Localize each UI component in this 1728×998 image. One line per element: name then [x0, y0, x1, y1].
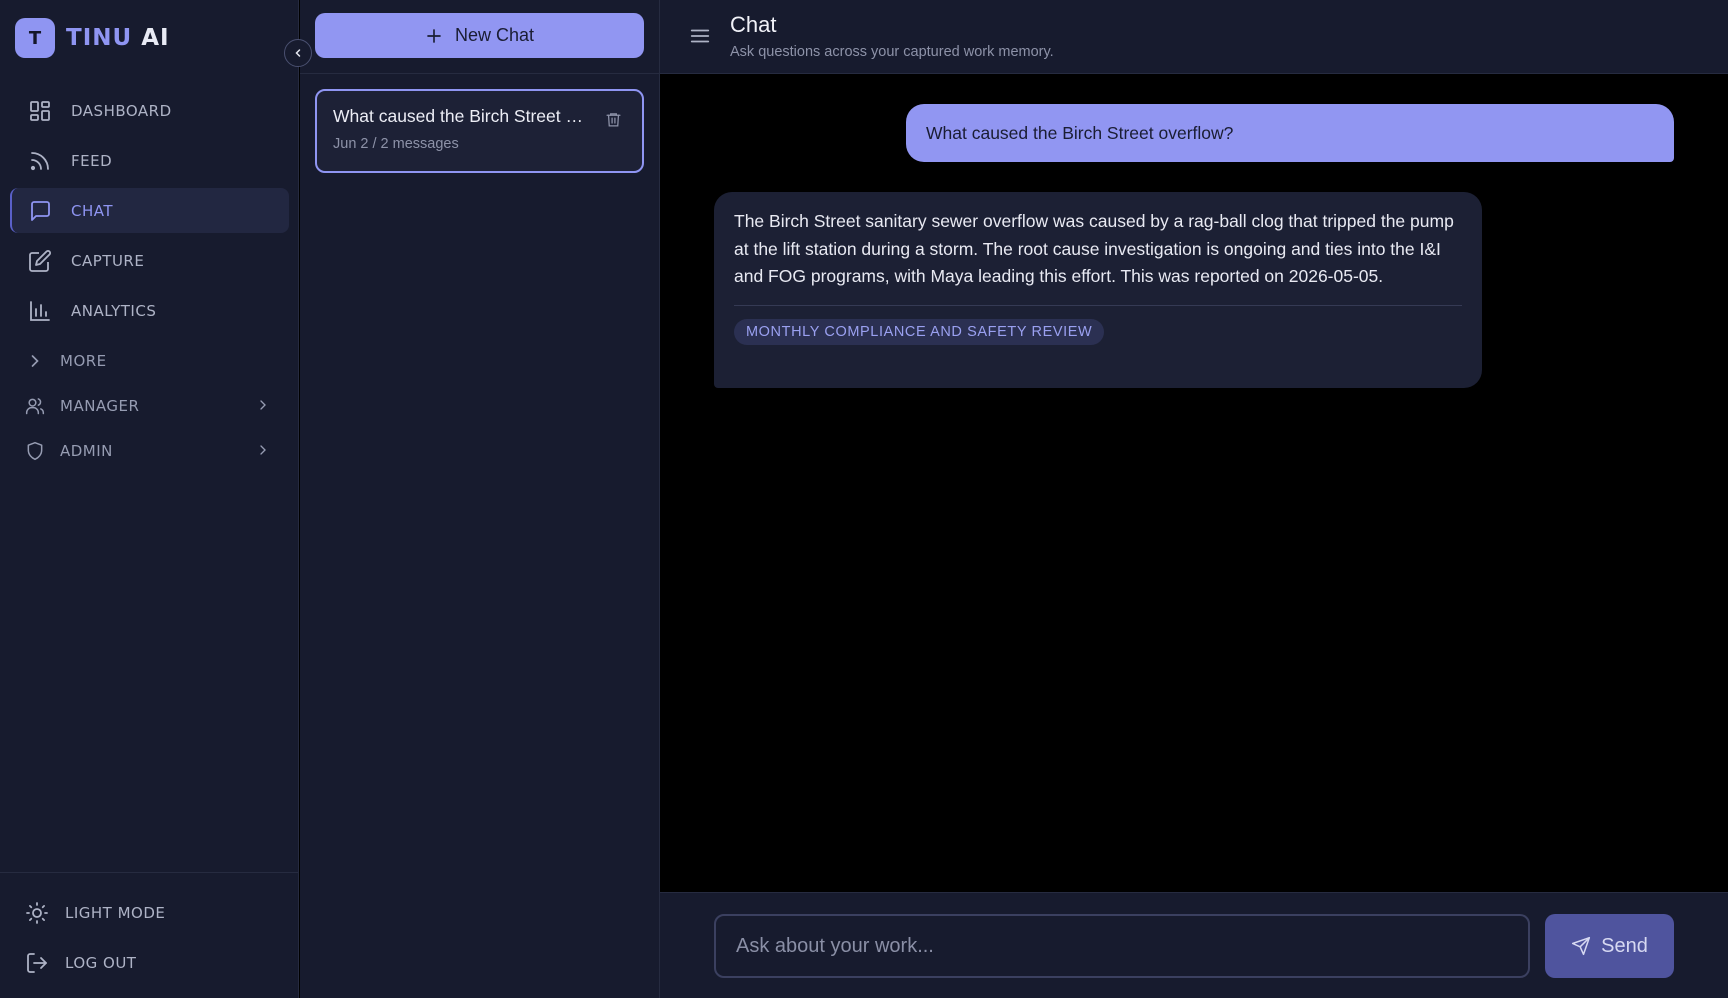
main-nav: DASHBOARD FEED CHAT CAPTURE ANALYTICS MO…	[10, 88, 289, 473]
nav-more-toggle[interactable]: MORE	[10, 338, 289, 383]
light-mode-label: LIGHT MODE	[65, 904, 166, 922]
trash-icon[interactable]	[605, 111, 622, 128]
chat-header: Chat Ask questions across your captured …	[660, 0, 1728, 74]
chevron-right-icon	[25, 351, 45, 371]
nav-admin-label: ADMIN	[60, 441, 113, 460]
page-subtitle: Ask questions across your captured work …	[730, 44, 1054, 60]
assistant-message-text: The Birch Street sanitary sewer overflow…	[734, 211, 1454, 286]
sidebar-collapse-button[interactable]	[284, 39, 312, 67]
dashboard-grid-icon	[28, 99, 52, 123]
brand-name-part1: TINU	[66, 25, 133, 51]
chat-main: Chat Ask questions across your captured …	[660, 0, 1728, 998]
user-message-text: What caused the Birch Street overflow?	[926, 122, 1234, 143]
user-message: What caused the Birch Street overflow?	[906, 104, 1674, 162]
rss-feed-icon	[28, 149, 52, 173]
nav-more-label: MORE	[60, 351, 107, 370]
conversation-title: What caused the Birch Street overflow?	[333, 106, 585, 126]
source-chip[interactable]: MONTHLY COMPLIANCE AND SAFETY REVIEW	[734, 318, 1105, 345]
sidebar-footer: LIGHT MODE LOG OUT	[0, 872, 299, 998]
conversation-list-header: New Chat	[300, 0, 659, 74]
nav-label-dashboard: DASHBOARD	[71, 101, 172, 120]
chat-input[interactable]	[714, 914, 1530, 978]
nav-item-capture[interactable]: CAPTURE	[10, 238, 289, 283]
logout-label: LOG OUT	[65, 954, 137, 972]
logout-icon	[25, 951, 49, 975]
chevron-left-icon	[292, 47, 304, 59]
shield-icon	[25, 441, 45, 461]
send-icon	[1571, 936, 1591, 956]
plus-icon	[425, 27, 443, 45]
send-button[interactable]: Send	[1545, 914, 1674, 978]
nav-label-analytics: ANALYTICS	[71, 301, 157, 320]
chevron-right-icon	[255, 397, 271, 413]
bar-chart-icon	[28, 299, 52, 323]
chat-composer: Send	[660, 892, 1728, 998]
sidebar: T TINU AI DASHBOARD FEED CHAT CAPTURE AN…	[0, 0, 299, 998]
sun-icon	[25, 901, 49, 925]
nav-item-analytics[interactable]: ANALYTICS	[10, 288, 289, 333]
nav-manager-group[interactable]: MANAGER	[10, 383, 289, 428]
nav-item-feed[interactable]: FEED	[10, 138, 289, 183]
assistant-message: The Birch Street sanitary sewer overflow…	[714, 192, 1482, 388]
users-icon	[25, 396, 45, 416]
brand-name: TINU AI	[66, 25, 170, 51]
new-chat-button[interactable]: New Chat	[315, 13, 644, 58]
message-divider	[734, 304, 1462, 306]
chevron-right-icon	[255, 442, 271, 458]
nav-label-chat: CHAT	[71, 201, 114, 220]
brand-name-part2: AI	[141, 25, 170, 51]
nav-item-dashboard[interactable]: DASHBOARD	[10, 88, 289, 133]
conversation-list-panel: New Chat What caused the Birch Street ov…	[300, 0, 660, 998]
edit-pencil-icon	[28, 249, 52, 273]
new-chat-label: New Chat	[454, 25, 535, 45]
chat-bubble-icon	[28, 199, 52, 223]
nav-item-chat[interactable]: CHAT	[10, 188, 289, 233]
nav-manager-label: MANAGER	[60, 396, 140, 415]
conversation-item[interactable]: What caused the Birch Street overflow? J…	[315, 89, 644, 173]
send-label: Send	[1601, 934, 1648, 957]
nav-label-feed: FEED	[71, 151, 113, 170]
logout-button[interactable]: LOG OUT	[0, 938, 299, 988]
brand[interactable]: T TINU AI	[15, 18, 170, 58]
menu-icon[interactable]	[689, 25, 711, 47]
conversation-meta: Jun 2 / 2 messages	[333, 136, 459, 152]
light-mode-toggle[interactable]: LIGHT MODE	[0, 888, 299, 938]
page-title: Chat	[730, 12, 777, 37]
nav-admin-group[interactable]: ADMIN	[10, 428, 289, 473]
brand-logo: T	[15, 18, 55, 58]
nav-label-capture: CAPTURE	[71, 251, 145, 270]
